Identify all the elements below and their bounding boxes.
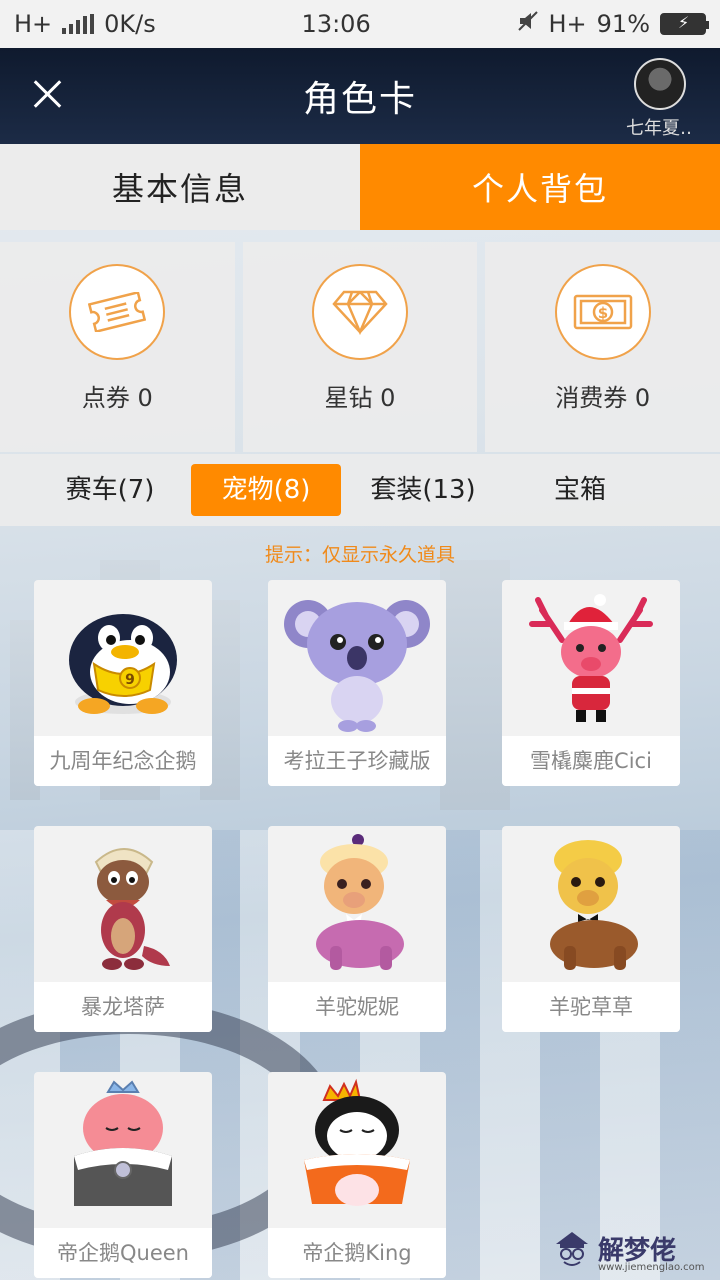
network-type-right: H+: [548, 10, 587, 38]
svg-text:$: $: [597, 304, 607, 322]
pet-name: 考拉王子珍藏版: [268, 736, 446, 786]
currency-points[interactable]: 点券 0: [0, 242, 235, 452]
watermark: 解梦佬 www.jiemenglao.com: [552, 1220, 712, 1276]
avatar[interactable]: [634, 58, 686, 110]
pet-card[interactable]: 羊驼妮妮: [268, 826, 446, 1032]
pet-card[interactable]: 9 九周年纪念企鹅: [34, 580, 212, 786]
ticket-icon: [69, 264, 166, 360]
pet-name: 羊驼妮妮: [268, 982, 446, 1032]
currency-panel: 点券 0 星钻 0 $ 消费券 0: [0, 242, 720, 452]
title-bar: 角色卡 七年夏‥: [0, 48, 720, 144]
category-tabs: 赛车(7) 宠物(8) 套装(13) 宝箱: [0, 454, 720, 526]
currency-label: 点券 0: [81, 384, 153, 412]
pet-card[interactable]: 雪橇麋鹿Cici: [502, 580, 680, 786]
page-title: 角色卡: [302, 79, 417, 120]
pet-name: 羊驼草草: [502, 982, 680, 1032]
watermark-text: 解梦佬: [598, 1235, 677, 1266]
username[interactable]: 七年夏‥: [626, 114, 692, 140]
signal-icon: [62, 14, 95, 34]
penguin-queen-icon: [34, 1072, 212, 1228]
pet-card[interactable]: 考拉王子珍藏版: [268, 580, 446, 786]
network-type: H+: [14, 10, 53, 38]
battery-percent: 91%: [596, 10, 650, 38]
pet-name: 帝企鹅King: [268, 1228, 446, 1278]
status-bar: H+ 0K/s 13:06 H+ 91% ⚡: [0, 0, 720, 48]
pet-card[interactable]: 帝企鹅King: [268, 1072, 446, 1278]
watermark-url: www.jiemenglao.com: [598, 1262, 705, 1273]
alpaca-pink-icon: [268, 826, 446, 982]
dinosaur-icon: [34, 826, 212, 982]
penguin-king-icon: [268, 1072, 446, 1228]
pet-name: 九周年纪念企鹅: [34, 736, 212, 786]
tab-cars[interactable]: 赛车(7): [50, 464, 170, 516]
penguin-icon: 9: [34, 580, 212, 736]
pet-name: 帝企鹅Queen: [34, 1228, 212, 1278]
tab-chests[interactable]: 宝箱: [530, 464, 630, 516]
tab-basic-info[interactable]: 基本信息: [0, 144, 360, 230]
currency-label: 消费券 0: [555, 384, 651, 412]
hint-text: 提示：仅显示永久道具: [264, 544, 455, 566]
currency-label: 星钻 0: [324, 384, 396, 412]
tab-backpack[interactable]: 个人背包: [360, 144, 720, 230]
main-tabs: 基本信息 个人背包: [0, 144, 720, 230]
dollar-bill-icon: $: [554, 264, 651, 360]
battery-icon: ⚡: [660, 13, 709, 35]
pet-card[interactable]: 暴龙塔萨: [34, 826, 212, 1032]
detective-icon: [556, 1232, 588, 1266]
pet-card[interactable]: 羊驼草草: [502, 826, 680, 1032]
currency-diamond[interactable]: 星钻 0: [242, 242, 478, 452]
diamond-icon: [312, 264, 408, 360]
network-speed: 0K/s: [104, 10, 156, 38]
pet-name: 暴龙塔萨: [34, 982, 212, 1032]
pet-name: 雪橇麋鹿Cici: [502, 736, 680, 786]
pet-card[interactable]: 帝企鹅Queen: [34, 1072, 212, 1278]
reindeer-icon: [502, 580, 680, 736]
svg-text:9: 9: [125, 672, 135, 688]
currency-coupon[interactable]: $ 消费券 0: [485, 242, 720, 452]
tab-pets[interactable]: 宠物(8): [191, 464, 341, 516]
koala-icon: [268, 580, 446, 736]
clock: 13:06: [301, 10, 371, 38]
mute-icon: [517, 10, 539, 38]
alpaca-brown-icon: [502, 826, 680, 982]
tab-outfits[interactable]: 套装(13): [355, 464, 491, 516]
